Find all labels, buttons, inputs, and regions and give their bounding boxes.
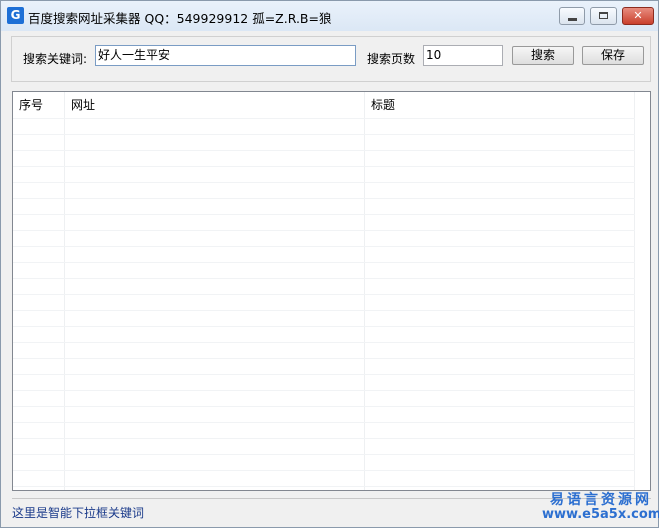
keyword-label: 搜索关键词: (23, 52, 88, 66)
list-header: 序号 网址 标题 (13, 92, 650, 118)
row-gridline (13, 230, 635, 231)
row-gridline (13, 134, 635, 135)
row-gridline (13, 118, 635, 119)
save-button[interactable]: 保存 (582, 46, 644, 65)
row-gridline (13, 166, 635, 167)
close-icon: ✕ (633, 9, 643, 22)
row-gridline (13, 390, 635, 391)
row-gridline (13, 294, 635, 295)
row-gridline (13, 358, 635, 359)
window-title: 百度搜索网址采集器 QQ：549929912 孤=Z.R.B=狼 (28, 11, 332, 26)
column-header-url[interactable]: 网址 (65, 92, 365, 118)
row-gridline (13, 182, 635, 183)
row-gridline (13, 310, 635, 311)
row-gridline (13, 278, 635, 279)
column-divider (364, 92, 365, 490)
close-button[interactable]: ✕ (622, 7, 654, 25)
column-header-title[interactable]: 标题 (365, 92, 635, 118)
keyword-input[interactable]: 好人一生平安 (95, 45, 356, 66)
results-list[interactable]: 序号 网址 标题 (12, 91, 651, 491)
pages-input[interactable]: 10 (423, 45, 503, 66)
minimize-button[interactable] (559, 7, 585, 25)
search-panel: 搜索关键词: 好人一生平安 搜索页数 10 搜索 保存 (11, 36, 651, 82)
row-gridline (13, 150, 635, 151)
row-gridline (13, 246, 635, 247)
row-gridline (13, 422, 635, 423)
row-gridline (13, 262, 635, 263)
column-divider (634, 92, 635, 490)
watermark-logo: 易语言资源网 www.e5a5x.com (542, 492, 659, 522)
row-gridline (13, 214, 635, 215)
title-bar[interactable]: G 百度搜索网址采集器 QQ：549929912 孤=Z.R.B=狼 ✕ (1, 1, 658, 31)
row-gridline (13, 198, 635, 199)
status-text: 这里是智能下拉框关键词 (12, 506, 145, 520)
column-divider (64, 92, 65, 490)
watermark-line1: 易语言资源网 (550, 492, 652, 508)
row-gridline (13, 438, 635, 439)
row-gridline (13, 454, 635, 455)
row-gridline (13, 342, 635, 343)
app-icon: G (7, 7, 24, 24)
search-button[interactable]: 搜索 (512, 46, 574, 65)
maximize-button[interactable] (590, 7, 617, 25)
row-gridline (13, 470, 635, 471)
row-gridline (13, 374, 635, 375)
main-window: G 百度搜索网址采集器 QQ：549929912 孤=Z.R.B=狼 ✕ 搜索关… (0, 0, 659, 528)
row-gridline (13, 406, 635, 407)
row-gridline (13, 326, 635, 327)
row-gridline (13, 486, 635, 487)
watermark-line2: www.e5a5x.com (542, 506, 659, 522)
pages-label: 搜索页数 (367, 52, 416, 66)
column-header-index[interactable]: 序号 (13, 92, 65, 118)
